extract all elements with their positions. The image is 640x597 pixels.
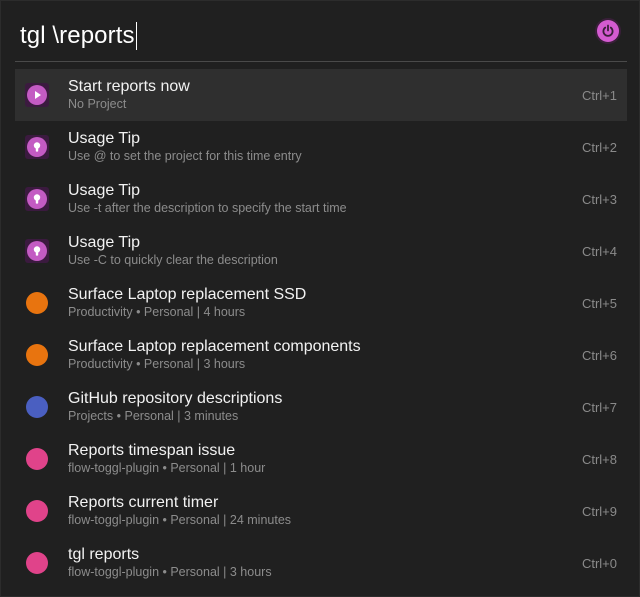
search-query: tgl \reports — [20, 22, 135, 49]
result-subtitle: Use @ to set the project for this time e… — [68, 149, 302, 163]
result-title: Surface Laptop replacement components — [68, 338, 361, 355]
project-dot-icon — [26, 344, 48, 366]
result-shortcut: Ctrl+7 — [581, 400, 617, 415]
result-title: Usage Tip — [68, 182, 141, 199]
tip-icon — [25, 187, 49, 211]
play-icon — [25, 83, 49, 107]
result-title: Usage Tip — [68, 234, 141, 251]
tip-icon — [25, 239, 49, 263]
results-list: Start reports now No Project Ctrl+1 Usage … — [15, 69, 627, 589]
result-subtitle: No Project — [68, 97, 127, 111]
project-dot-icon — [26, 292, 48, 314]
project-dot-icon — [26, 552, 48, 574]
result-subtitle: Productivity • Personal | 3 hours — [68, 357, 246, 371]
result-title: Usage Tip — [68, 130, 141, 147]
result-item[interactable]: Usage Tip Use @ to set the project for th… — [15, 121, 627, 173]
result-subtitle: Productivity • Personal | 4 hours — [68, 305, 246, 319]
result-title: Start reports now — [68, 78, 190, 95]
result-item[interactable]: Usage Tip Use -C to quickly clear the des… — [15, 225, 627, 277]
project-dot-icon — [26, 396, 48, 418]
result-title: tgl reports — [68, 546, 140, 563]
result-subtitle: Projects • Personal | 3 minutes — [68, 409, 239, 423]
launcher-window: tgl \reports Start reports now No Project… — [0, 0, 640, 597]
result-item[interactable]: GitHub repository descriptions Projects •… — [15, 381, 627, 433]
result-title: Reports timespan issue — [68, 442, 236, 459]
project-dot-icon — [26, 448, 48, 470]
result-title: GitHub repository descriptions — [68, 390, 283, 407]
tip-icon — [25, 135, 49, 159]
power-icon[interactable] — [597, 20, 619, 42]
result-shortcut: Ctrl+9 — [581, 504, 617, 519]
result-item[interactable]: Usage Tip Use -t after the description to… — [15, 173, 627, 225]
result-shortcut: Ctrl+0 — [581, 556, 617, 571]
project-dot-icon — [26, 500, 48, 522]
result-shortcut: Ctrl+6 — [581, 348, 617, 363]
search-bar: tgl \reports — [15, 11, 627, 62]
result-shortcut: Ctrl+3 — [581, 192, 617, 207]
result-shortcut: Ctrl+2 — [581, 140, 617, 155]
result-item[interactable]: Reports timespan issue flow-toggl-plugin … — [15, 433, 627, 485]
result-item[interactable]: Start reports now No Project Ctrl+1 — [15, 69, 627, 121]
result-subtitle: Use -C to quickly clear the description — [68, 253, 278, 267]
result-item[interactable]: tgl reports flow-toggl-plugin • Personal … — [15, 537, 627, 589]
result-title: Surface Laptop replacement SSD — [68, 286, 307, 303]
result-subtitle: Use -t after the description to specify … — [68, 201, 347, 215]
result-item[interactable]: Reports current timer flow-toggl-plugin •… — [15, 485, 627, 537]
result-title: Reports current timer — [68, 494, 219, 511]
result-item[interactable]: Surface Laptop replacement components Pro… — [15, 329, 627, 381]
result-item[interactable]: Surface Laptop replacement SSD Productivi… — [15, 277, 627, 329]
result-subtitle: flow-toggl-plugin • Personal | 3 hours — [68, 565, 272, 579]
result-shortcut: Ctrl+1 — [581, 88, 617, 103]
search-input[interactable]: tgl \reports — [20, 19, 138, 53]
result-subtitle: flow-toggl-plugin • Personal | 1 hour — [68, 461, 266, 475]
result-subtitle: flow-toggl-plugin • Personal | 24 minute… — [68, 513, 292, 527]
result-shortcut: Ctrl+8 — [581, 452, 617, 467]
result-shortcut: Ctrl+4 — [581, 244, 617, 259]
text-caret — [135, 22, 138, 50]
result-shortcut: Ctrl+5 — [581, 296, 617, 311]
